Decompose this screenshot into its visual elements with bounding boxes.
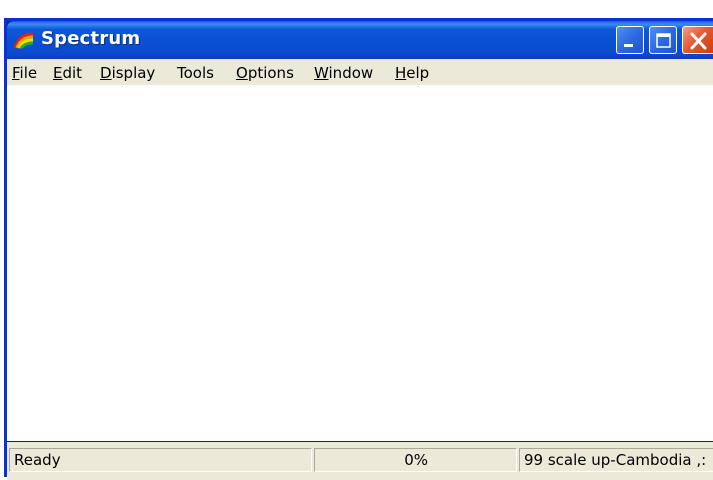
status-info: 99 scale up-Cambodia ,: (519, 448, 713, 472)
menu-window[interactable]: Window (314, 64, 373, 82)
rainbow-icon[interactable] (13, 30, 37, 50)
menu-window-mnemonic: W (314, 64, 329, 82)
menu-display-mnemonic: D (100, 64, 112, 82)
menu-edit[interactable]: Edit (53, 64, 82, 82)
menu-options-label: ptions (247, 64, 294, 82)
menu-help-label: elp (406, 64, 430, 82)
menu-display-label: isplay (111, 64, 156, 82)
app-window: Spectrum File Edit Display Tools Options… (4, 18, 713, 480)
client-area[interactable] (7, 85, 713, 441)
menu-window-label: indow (328, 64, 374, 82)
minimize-button[interactable] (616, 26, 644, 54)
status-progress: 0% (314, 448, 517, 472)
menu-file-mnemonic: F (12, 64, 20, 82)
menu-help-mnemonic: H (395, 64, 407, 82)
title-bar[interactable]: Spectrum (7, 21, 713, 59)
menu-options-mnemonic: O (236, 64, 248, 82)
menu-edit-label: dit (62, 64, 83, 82)
close-button[interactable] (682, 26, 713, 54)
window-title: Spectrum (41, 28, 141, 49)
menu-display[interactable]: Display (100, 64, 155, 82)
maximize-icon (656, 33, 671, 48)
close-icon (690, 32, 707, 50)
menu-tools[interactable]: Tools (177, 64, 214, 82)
maximize-button[interactable] (649, 26, 677, 54)
minimize-icon (624, 44, 633, 47)
menu-options[interactable]: Options (236, 64, 294, 82)
menu-bar: File Edit Display Tools Options Window H… (7, 59, 713, 85)
status-bar: Ready 0% 99 scale up-Cambodia ,: (7, 442, 713, 480)
status-ready: Ready (9, 448, 312, 472)
menu-file-label: ile (19, 64, 38, 82)
menu-file[interactable]: File (12, 64, 37, 82)
menu-help[interactable]: Help (395, 64, 429, 82)
